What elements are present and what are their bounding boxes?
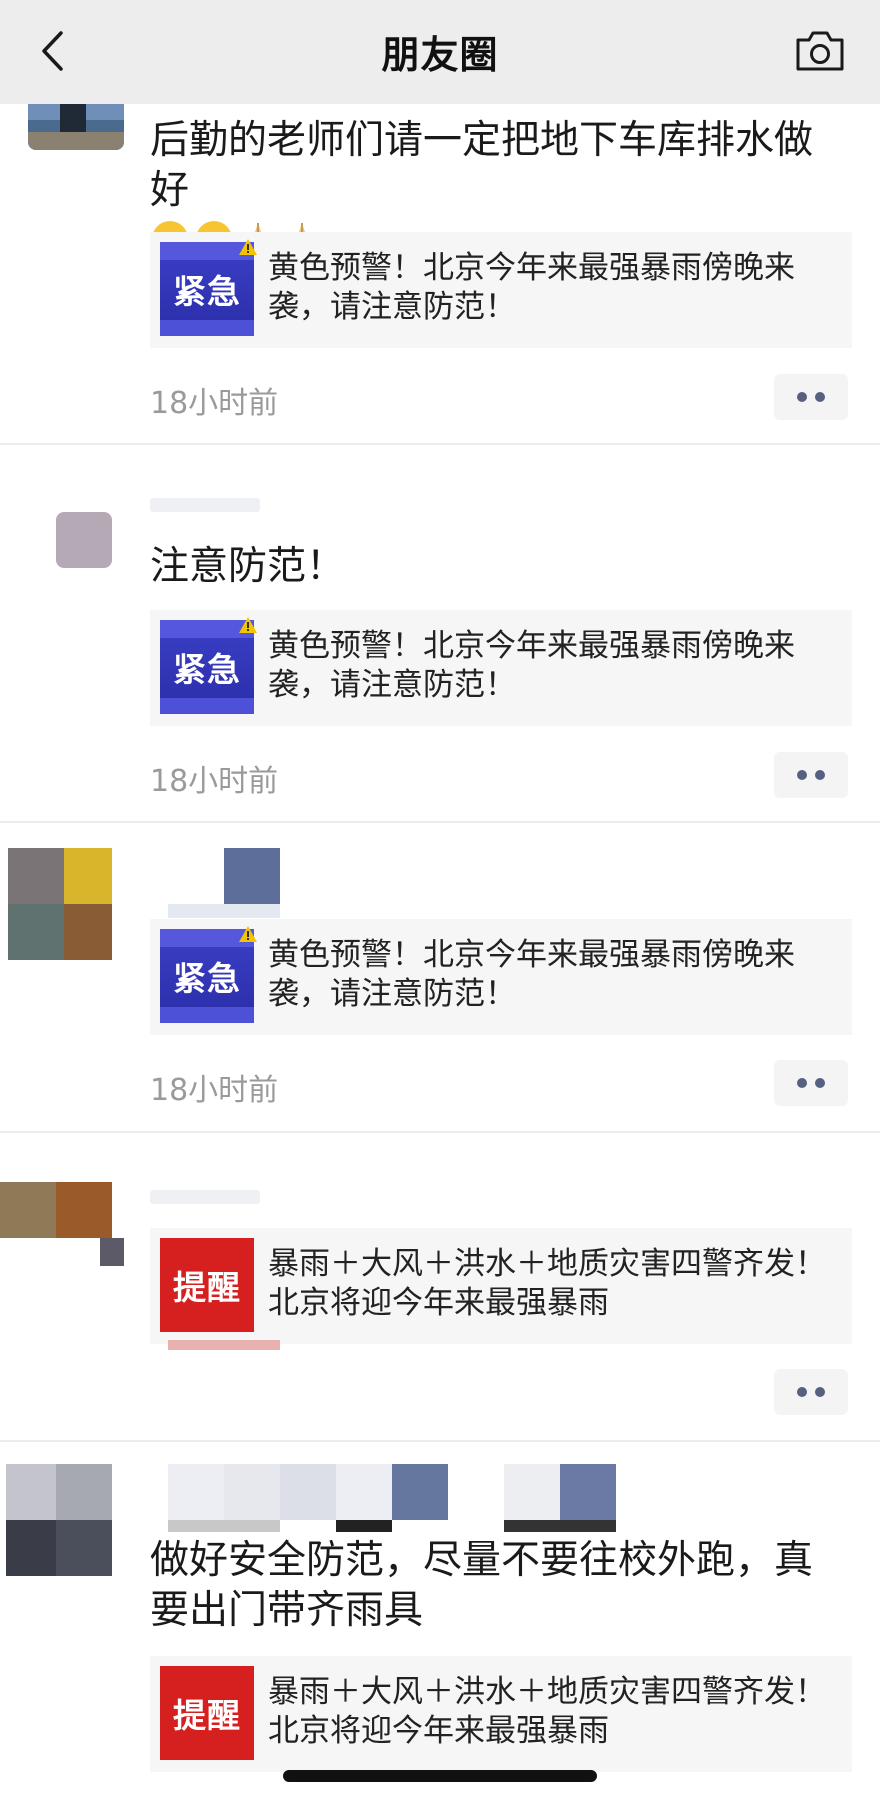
link-title: 黄色预警！北京今年来最强暴雨傍晚来袭，请注意防范！	[268, 250, 795, 325]
avatar[interactable]	[0, 1182, 124, 1266]
avatar[interactable]	[56, 512, 112, 568]
shared-link-card[interactable]: 紧急 黄色预警！北京今年来最强暴雨傍晚来袭，请注意防范！	[150, 610, 852, 726]
link-title: 黄色预警！北京今年来最强暴雨傍晚来袭，请注意防范！	[268, 628, 795, 703]
warning-icon	[239, 617, 257, 633]
more-dot-icon	[815, 770, 825, 780]
shared-link-card[interactable]: 提醒 暴雨＋大风＋洪水＋地质灾害四警齐发！北京将迎今年来最强暴雨	[150, 1656, 852, 1772]
warning-icon	[239, 926, 257, 942]
more-dot-icon	[797, 1387, 807, 1397]
moments-feed[interactable]: 后勤的老师们请一定把地下车库排水做好 紧急 黄色预警！北京今年来最强暴雨傍晚来袭…	[0, 0, 880, 1800]
link-title: 黄色预警！北京今年来最强暴雨傍晚来袭，请注意防范！	[268, 937, 795, 1012]
link-thumbnail: 提醒	[160, 1666, 254, 1760]
post-text: 做好安全防范，尽量不要往校外跑，真要出门带齐雨具	[150, 1538, 814, 1633]
more-options-button[interactable]	[774, 374, 848, 420]
link-title: 暴雨＋大风＋洪水＋地质灾害四警齐发！北京将迎今年来最强暴雨	[268, 1246, 826, 1321]
more-options-button[interactable]	[774, 752, 848, 798]
link-thumbnail: 紧急	[160, 617, 257, 714]
blurred-strip	[168, 1340, 280, 1350]
link-thumbnail: 紧急	[160, 926, 257, 1023]
more-dot-icon	[815, 1078, 825, 1088]
post-divider	[0, 1440, 880, 1442]
post-divider	[0, 821, 880, 823]
camera-icon	[796, 31, 844, 71]
more-dot-icon	[797, 1078, 807, 1088]
avatar[interactable]	[8, 848, 112, 960]
more-options-button[interactable]	[774, 1060, 848, 1106]
shared-link-card[interactable]: 紧急 黄色预警！北京今年来最强暴雨傍晚来袭，请注意防范！	[150, 919, 852, 1035]
link-thumbnail: 紧急	[160, 239, 257, 336]
more-dot-icon	[815, 1387, 825, 1397]
more-dot-icon	[797, 770, 807, 780]
post-text: 注意防范！	[150, 544, 346, 589]
post-timestamp: 18小时前	[150, 764, 279, 799]
link-title: 暴雨＋大风＋洪水＋地质灾害四警齐发！北京将迎今年来最强暴雨	[268, 1674, 826, 1749]
shared-link-card[interactable]: 提醒 暴雨＋大风＋洪水＋地质灾害四警齐发！北京将迎今年来最强暴雨	[150, 1228, 852, 1344]
more-dot-icon	[797, 392, 807, 402]
navigation-bar: 朋友圈	[0, 0, 880, 104]
post-divider	[0, 443, 880, 445]
post-divider	[0, 1131, 880, 1133]
camera-button[interactable]	[794, 28, 846, 74]
page-title: 朋友圈	[381, 33, 499, 77]
post-timestamp: 18小时前	[150, 386, 279, 421]
shared-link-card[interactable]: 紧急 黄色预警！北京今年来最强暴雨傍晚来袭，请注意防范！	[150, 232, 852, 348]
blurred-username[interactable]	[150, 498, 260, 512]
warning-icon	[239, 239, 257, 255]
blurred-username[interactable]	[168, 1464, 678, 1534]
avatar[interactable]	[6, 1464, 112, 1576]
more-dot-icon	[815, 392, 825, 402]
home-indicator[interactable]	[283, 1770, 597, 1782]
blurred-username[interactable]	[150, 1190, 260, 1204]
blurred-username[interactable]	[168, 848, 280, 918]
post-timestamp: 18小时前	[150, 1073, 279, 1108]
more-options-button[interactable]	[774, 1369, 848, 1415]
link-thumbnail: 提醒	[160, 1238, 254, 1332]
